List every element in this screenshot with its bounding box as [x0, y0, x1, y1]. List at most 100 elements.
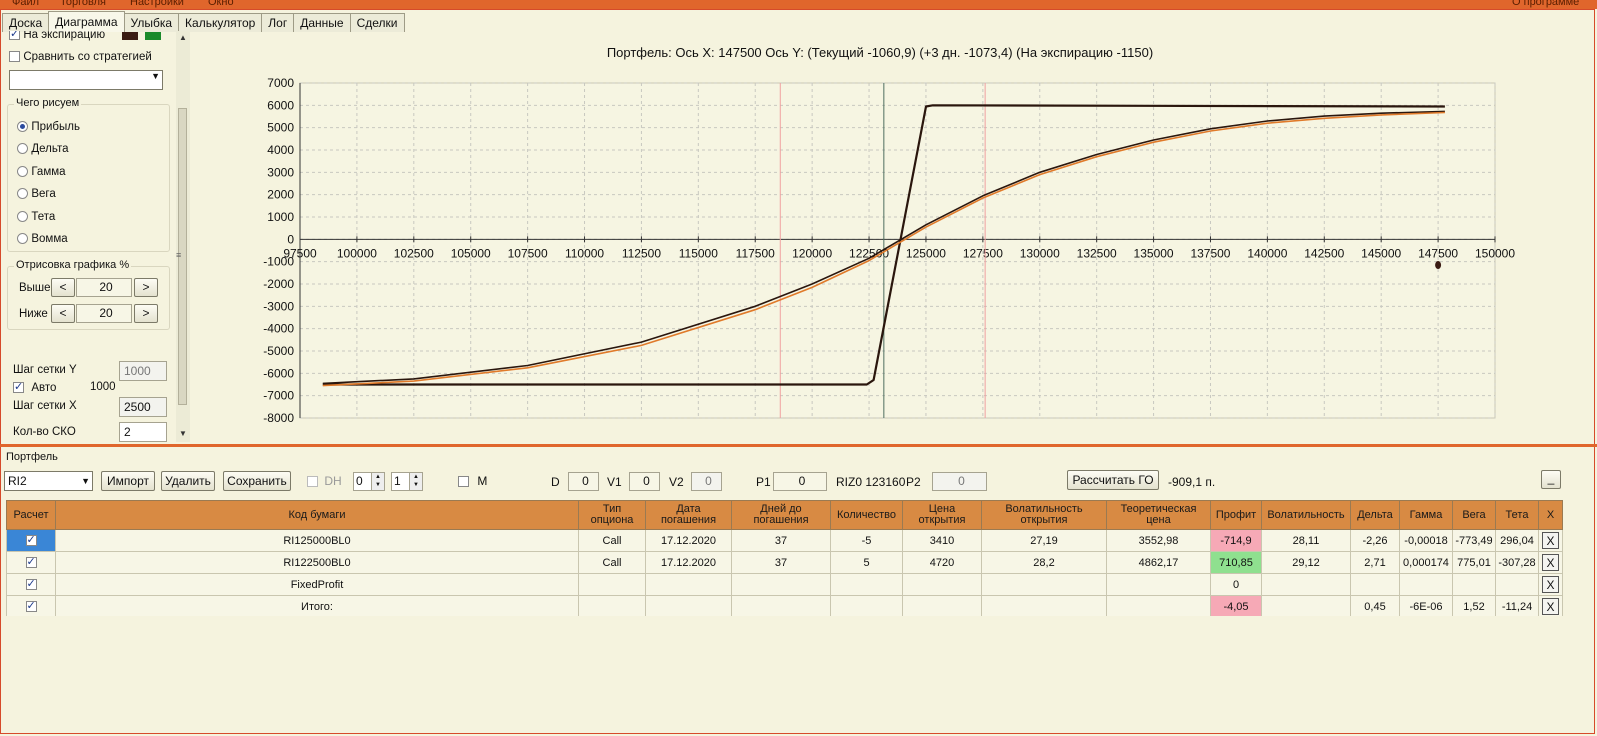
remove-row-button[interactable]: X [1542, 576, 1559, 593]
col-header[interactable]: Дата погашения [645, 500, 732, 530]
radio-theta-button[interactable] [17, 211, 28, 223]
col-header[interactable]: Код бумаги [55, 500, 579, 530]
scroll-down-icon[interactable]: ▼ [179, 429, 187, 438]
tab-deals[interactable]: Сделки [349, 13, 405, 32]
p2-field[interactable]: 0 [932, 472, 987, 491]
splitter-bar[interactable] [0, 444, 1597, 447]
radio-vomma[interactable]: Вомма [17, 231, 68, 245]
expiration-color-swatch[interactable] [122, 32, 138, 40]
scroll-up-icon[interactable]: ▲ [179, 33, 187, 42]
tab-diagram[interactable]: Диаграмма [48, 11, 125, 32]
remove-row-button[interactable]: X [1542, 532, 1559, 549]
minimize-panel-button[interactable]: _ [1541, 470, 1561, 489]
strategy-select[interactable]: ▼ [9, 70, 163, 90]
current-color-swatch[interactable] [145, 32, 161, 40]
radio-vega-button[interactable] [17, 188, 28, 200]
table-row[interactable]: Итого: -4,05 0,45-6E-061,52-11,24X [6, 595, 1563, 618]
col-header[interactable]: Профит [1210, 500, 1262, 530]
below-value-field[interactable]: 20 [76, 304, 132, 323]
calc-checkbox[interactable] [25, 599, 37, 613]
above-increase-button[interactable]: > [134, 278, 158, 297]
v2-field[interactable]: 0 [691, 472, 722, 491]
cell-code: RI122500BL0 [55, 551, 579, 574]
remove-row-button[interactable]: X [1542, 598, 1559, 615]
grid-y-field[interactable]: 1000 [119, 361, 167, 381]
table-row[interactable]: RI125000BL0Call17.12.202037-5341027,1935… [6, 529, 1563, 552]
compare-checkbox[interactable] [9, 51, 20, 63]
spin-arrows-icon[interactable]: ▲ ▼ [409, 473, 422, 490]
dh-spin-2[interactable]: 1 ▲ ▼ [391, 472, 423, 491]
radio-profit[interactable]: Прибыль [17, 119, 80, 133]
radio-gamma-button[interactable] [17, 166, 28, 178]
calc-checkbox[interactable] [25, 533, 37, 547]
col-header[interactable]: Тета [1495, 500, 1539, 530]
col-header[interactable]: Вега [1452, 500, 1496, 530]
calc-checkbox[interactable] [25, 555, 37, 569]
radio-vega[interactable]: Вега [17, 186, 56, 200]
radio-delta-button[interactable] [17, 143, 28, 155]
sko-field[interactable]: 2 [119, 422, 167, 442]
p1-field[interactable]: 0 [773, 472, 827, 491]
calc-cell[interactable] [6, 595, 56, 618]
col-header[interactable]: Дней до погашения [731, 500, 831, 530]
settings-scrollbar[interactable]: ▲ ≡ ▼ [176, 31, 190, 442]
d-field[interactable]: 0 [568, 472, 599, 491]
above-value-field[interactable]: 20 [76, 278, 132, 297]
menu-window[interactable]: Окно [208, 0, 234, 8]
tab-calculator[interactable]: Калькулятор [178, 13, 263, 32]
col-header[interactable]: Расчет [6, 500, 56, 530]
auto-checkbox[interactable] [13, 380, 24, 394]
payoff-chart[interactable]: Портфель: Ось X: 147500 Ось Y: (Текущий … [190, 31, 1593, 444]
radio-vomma-button[interactable] [17, 233, 28, 245]
import-button[interactable]: Импорт [101, 471, 155, 491]
grid-x-field[interactable]: 2500 [119, 397, 167, 417]
calc-cell[interactable] [6, 573, 56, 596]
tab-board[interactable]: Доска [2, 13, 50, 32]
dh-checkbox[interactable] [307, 476, 318, 488]
col-header[interactable]: Теоретическая цена [1106, 500, 1211, 530]
radio-profit-button[interactable] [17, 121, 28, 133]
y-tick-label: 5000 [267, 121, 294, 135]
below-decrease-button[interactable]: < [51, 304, 75, 323]
col-header[interactable]: Цена открытия [902, 500, 982, 530]
col-header[interactable]: Количество [830, 500, 903, 530]
col-header[interactable]: Гамма [1399, 500, 1453, 530]
m-checkbox[interactable] [458, 476, 469, 488]
menu-trading[interactable]: Торговля [60, 0, 106, 8]
spin-arrows-icon[interactable]: ▲ ▼ [371, 473, 384, 490]
calculate-margin-button[interactable]: Рассчитать ГО [1067, 470, 1159, 490]
calc-cell[interactable] [6, 551, 56, 574]
p2-label: P2 [906, 475, 921, 489]
calc-checkbox[interactable] [25, 577, 37, 591]
compare-row: Сравнить со стратегией [9, 49, 152, 63]
col-header[interactable]: Волатильность [1261, 500, 1351, 530]
col-header[interactable]: Тип опциона [578, 500, 646, 530]
tab-smile[interactable]: Улыбка [123, 13, 180, 32]
calc-cell[interactable] [6, 529, 56, 552]
cell-days: 37 [731, 551, 831, 574]
v1-field[interactable]: 0 [629, 472, 660, 491]
expiration-checkbox[interactable] [9, 31, 20, 41]
account-select[interactable]: RI2 ▼ [4, 471, 93, 491]
tab-log[interactable]: Лог [261, 13, 295, 32]
col-header[interactable]: X [1538, 500, 1563, 530]
remove-row-button[interactable]: X [1542, 554, 1559, 571]
tab-data[interactable]: Данные [293, 13, 351, 32]
above-decrease-button[interactable]: < [51, 278, 75, 297]
save-button[interactable]: Сохранить [223, 471, 291, 491]
x-tick-label: 112500 [622, 246, 661, 260]
menu-about[interactable]: О программе [1512, 0, 1579, 8]
table-row[interactable]: FixedProfit 0 X [6, 573, 1563, 596]
radio-theta[interactable]: Тета [17, 209, 55, 223]
table-row[interactable]: RI122500BL0Call17.12.2020375472028,24862… [6, 551, 1563, 574]
dh-spin-1[interactable]: 0 ▲ ▼ [353, 472, 385, 491]
radio-delta[interactable]: Дельта [17, 141, 68, 155]
delete-button[interactable]: Удалить [161, 471, 215, 491]
below-increase-button[interactable]: > [134, 304, 158, 323]
cell-theo: 4862,17 [1106, 551, 1211, 574]
col-header[interactable]: Волатильность открытия [981, 500, 1107, 530]
col-header[interactable]: Дельта [1350, 500, 1400, 530]
radio-gamma[interactable]: Гамма [17, 164, 66, 178]
menu-file[interactable]: Файл [12, 0, 39, 8]
menu-settings[interactable]: Настройки [130, 0, 184, 8]
